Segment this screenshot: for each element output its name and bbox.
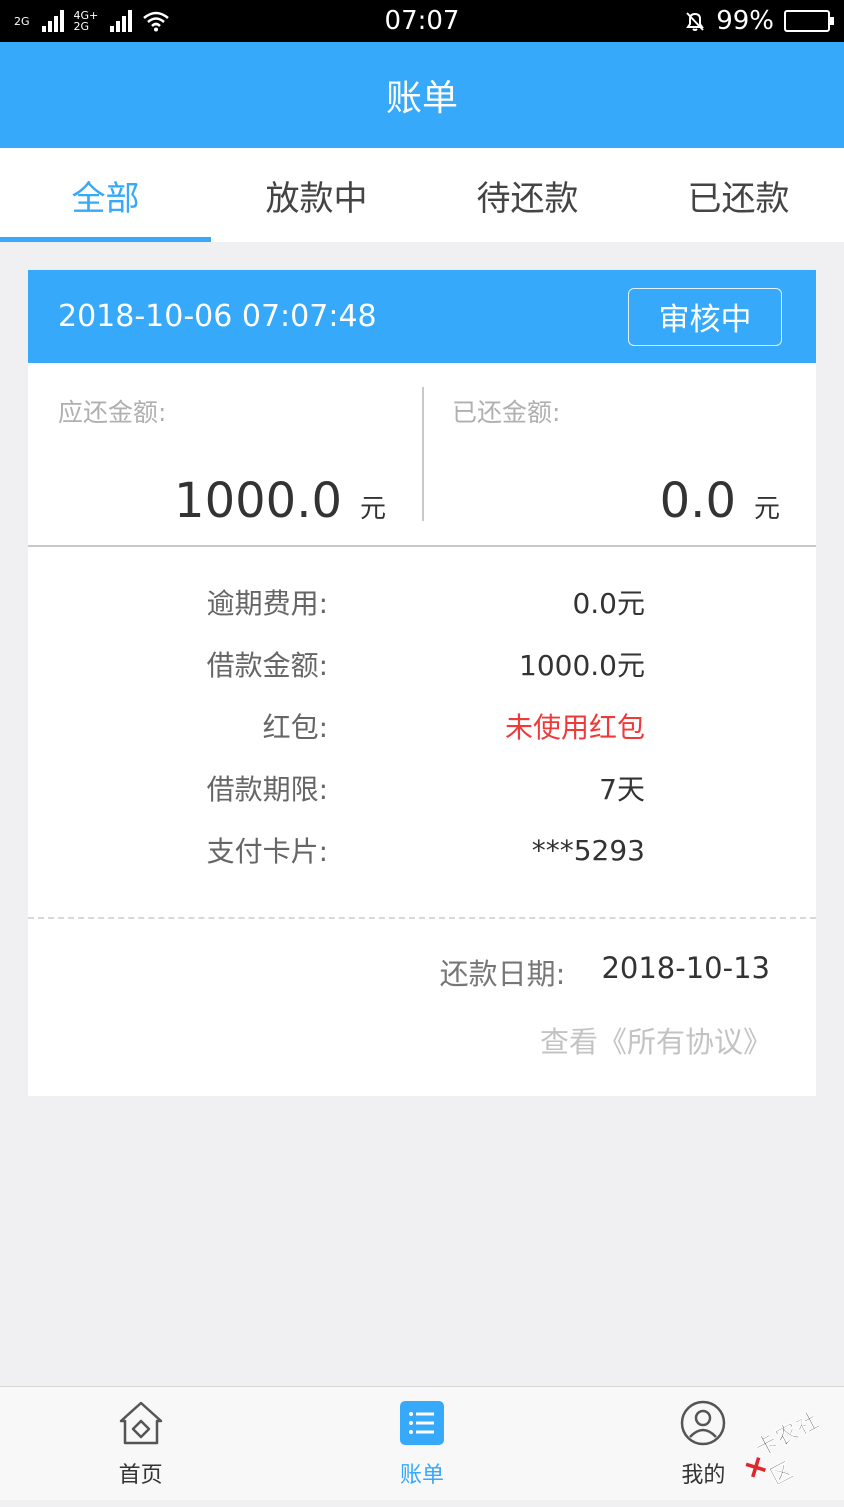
overdue-fee-label: 逾期费用: <box>206 587 328 620</box>
bottom-nav: 首页 账单 我的 <box>0 1386 844 1500</box>
detail-row-red-packet: 红包: 未使用红包 <box>28 695 816 757</box>
bill-details: 逾期费用: 0.0元 借款金额: 1000.0元 红包: 未使用红包 借款期限:… <box>28 547 816 919</box>
paid-amount-unit: 元 <box>753 494 780 524</box>
amount-summary: 应还金额: 1000.0 元 已还金额: 0.0 元 <box>28 363 816 547</box>
due-amount-unit: 元 <box>359 494 386 524</box>
page-header: 账单 <box>0 42 844 148</box>
due-amount: 1000.0 元 <box>174 473 386 529</box>
paid-amount: 0.0 元 <box>660 473 780 529</box>
tab-pending-repayment[interactable]: 待还款 <box>422 148 633 242</box>
detail-row-loan-amount: 借款金额: 1000.0元 <box>28 633 816 695</box>
page-title: 账单 <box>385 78 458 119</box>
paid-amount-value: 0.0 <box>659 473 736 529</box>
repay-date-label: 还款日期: <box>439 957 566 991</box>
battery-percent: 99% <box>716 6 774 36</box>
bill-list-icon <box>399 1401 444 1445</box>
signal2-label: 4G+ 2G <box>73 9 99 33</box>
signal1-icon <box>41 10 64 32</box>
bell-muted-icon <box>686 12 705 31</box>
wifi-icon <box>143 11 170 32</box>
bill-card-header: 2018-10-06 07:07:48 审核中 <box>28 270 816 363</box>
repay-date-value: 2018-10-13 <box>601 951 770 985</box>
status-right: 99% <box>684 6 834 36</box>
repay-date-row: 还款日期: 2018-10-13 <box>28 951 816 993</box>
nav-home-label: 首页 <box>118 1463 163 1488</box>
overdue-fee-value: 0.0元 <box>572 587 645 620</box>
status-left: 2G 4G+ 2G <box>14 10 170 32</box>
nav-mine-label: 我的 <box>681 1463 726 1488</box>
red-packet-label: 红包: <box>262 711 328 744</box>
status-badge[interactable]: 审核中 <box>628 287 782 346</box>
due-amount-value: 1000.0 <box>174 473 342 529</box>
tab-disbursing[interactable]: 放款中 <box>211 148 422 242</box>
paid-amount-block: 已还金额: 0.0 元 <box>422 363 816 545</box>
status-bar: 2G 4G+ 2G 07:07 99% <box>0 0 844 42</box>
payment-card-value: ***5293 <box>531 833 645 867</box>
tab-all[interactable]: 全部 <box>0 148 211 242</box>
loan-term-label: 借款期限: <box>206 773 328 806</box>
bill-datetime: 2018-10-06 07:07:48 <box>58 299 377 334</box>
nav-bill-label: 账单 <box>399 1463 444 1488</box>
red-packet-value: 未使用红包 <box>504 711 645 744</box>
loan-amount-label: 借款金额: <box>206 649 328 682</box>
user-icon <box>681 1400 726 1446</box>
paid-amount-label: 已还金额: <box>452 398 561 427</box>
view-agreements-link[interactable]: 查看《所有协议》 <box>28 1019 816 1061</box>
due-amount-label: 应还金额: <box>58 398 167 427</box>
home-icon <box>119 1401 162 1445</box>
loan-amount-value: 1000.0元 <box>519 649 645 682</box>
payment-card-label: 支付卡片: <box>206 835 328 868</box>
tab-repaid[interactable]: 已还款 <box>633 148 844 242</box>
loan-term-value: 7天 <box>599 773 645 806</box>
bill-footer: 还款日期: 2018-10-13 查看《所有协议》 <box>28 919 816 1061</box>
due-amount-block: 应还金额: 1000.0 元 <box>28 363 422 545</box>
bill-card: 2018-10-06 07:07:48 审核中 应还金额: 1000.0 元 已… <box>28 270 816 1096</box>
battery-icon <box>784 10 834 32</box>
nav-bill[interactable]: 账单 <box>281 1387 562 1500</box>
detail-row-loan-term: 借款期限: 7天 <box>28 757 816 819</box>
detail-row-payment-card: 支付卡片: ***5293 <box>28 819 816 881</box>
bill-tabs: 全部 放款中 待还款 已还款 <box>0 148 844 242</box>
detail-row-overdue-fee: 逾期费用: 0.0元 <box>28 571 816 633</box>
signal1-label: 2G <box>14 14 30 28</box>
signal2-icon <box>110 10 133 32</box>
nav-home[interactable]: 首页 <box>0 1387 281 1500</box>
